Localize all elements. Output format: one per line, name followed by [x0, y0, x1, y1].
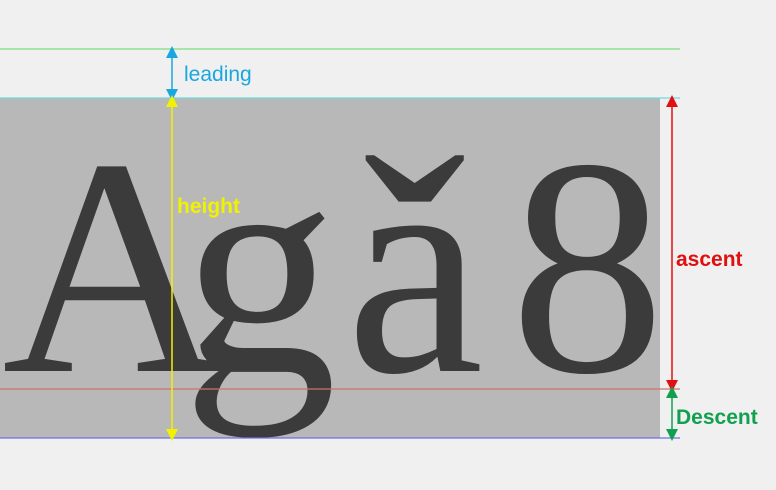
font-metrics-diagram: A g ǎ 8 leading height ascent Descent [0, 0, 776, 490]
descent-label: Descent [676, 406, 758, 429]
leading-label: leading [184, 63, 252, 86]
ascent-label: ascent [676, 248, 743, 271]
guide-lines [0, 46, 680, 441]
height-label: height [177, 195, 240, 218]
